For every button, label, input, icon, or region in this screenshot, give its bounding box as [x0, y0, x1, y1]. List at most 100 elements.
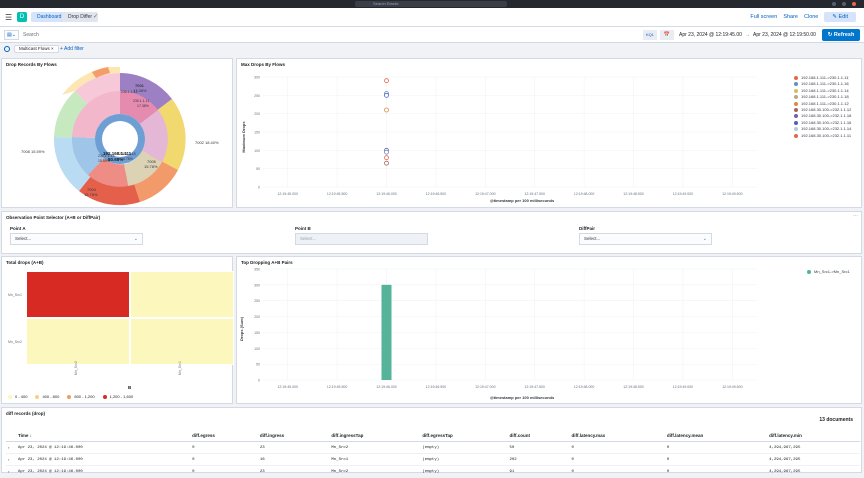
legend-options-icon[interactable]: ⋮	[846, 133, 850, 138]
date-end[interactable]: Apr 23, 2024 @ 12:19:50.00	[753, 30, 816, 40]
heat-legend-item[interactable]: 1,200 - 1,600	[102, 394, 133, 399]
label-7008: 7008	[21, 149, 31, 154]
legend-options-icon[interactable]: ⋮	[846, 94, 850, 99]
data-point[interactable]	[384, 107, 389, 113]
legend-options-icon[interactable]: ⋮	[846, 120, 850, 125]
notifications-icon[interactable]	[842, 2, 846, 6]
top-pairs-legend-item[interactable]: Mn_Src1->Mn_Src1	[807, 269, 850, 274]
edit-button[interactable]: ✎ Edit	[824, 12, 856, 22]
filter-pill[interactable]: Multicast Flows ×	[14, 45, 59, 53]
legend-options-icon[interactable]: ⋮	[846, 75, 850, 80]
date-start[interactable]: Apr 23, 2024 @ 12:19:45.00	[679, 30, 742, 40]
table-row[interactable]: › Apr 23, 2024 @ 12:19:46.000 0 23 Mn_Src2 (e…	[6, 465, 860, 478]
x-axis-title: @timestamp per 100 milliseconds	[490, 395, 555, 400]
refresh-button[interactable]: ↻ Refresh	[822, 29, 860, 41]
legend-item[interactable]: 192.168.1.111->230.1.1.12 ⋮	[794, 101, 850, 106]
heat-cell-r1c0[interactable]	[26, 318, 130, 365]
legend-item[interactable]: 192.168.30.100->232.1.1.11 ⋮	[794, 133, 851, 138]
share-link[interactable]: Share	[783, 14, 798, 20]
data-point[interactable]	[384, 160, 389, 166]
top-pairs-chart[interactable]: Drops (Sum) @timestamp per 100 milliseco…	[237, 265, 782, 405]
y-tick-label: 200	[254, 112, 260, 116]
column-header[interactable]: diff.count	[507, 430, 570, 442]
fullscreen-link[interactable]: Full screen	[750, 14, 777, 20]
expand-row-icon[interactable]: ›	[6, 453, 16, 466]
heat-cell-r1c1[interactable]	[130, 318, 234, 365]
heat-legend-item[interactable]: 800 - 1,200	[67, 394, 95, 399]
table-cell: Mn_Src2	[329, 465, 421, 478]
legend-item[interactable]: 192.168.1.111->230.1.1.14 ⋮	[794, 88, 850, 93]
table-cell: (empty)	[420, 465, 508, 478]
legend-swatch	[794, 120, 798, 125]
legend-item[interactable]: 192.168.30.100->232.1.1.12 ⋮	[794, 107, 851, 112]
diffpair-select[interactable]: Select... ⌄	[579, 233, 712, 245]
column-header[interactable]: diff.egressTap	[420, 430, 508, 442]
filter-options-icon[interactable]	[4, 46, 10, 52]
label-230-12: 230.1.1.12	[121, 90, 138, 94]
diffpair-label: DiffPair	[579, 226, 596, 231]
x-tick-label: 12:19:46.000	[376, 192, 396, 196]
legend-options-icon[interactable]: ⋮	[846, 126, 850, 131]
point-a-select[interactable]: Select... ⌄	[10, 233, 143, 245]
column-header[interactable]: diff.latency.max	[569, 430, 665, 442]
panel-options-icon[interactable]: ⋯	[853, 213, 858, 219]
point-b-select[interactable]: Select...	[295, 233, 428, 245]
legend-swatch	[67, 394, 72, 399]
legend-item[interactable]: 192.168.30.100->232.1.1.18 ⋮	[794, 113, 851, 118]
y-tick-label: 250	[254, 299, 260, 303]
saved-query-icon[interactable]: ▤⌄	[4, 30, 19, 40]
table-cell: (empty)	[420, 453, 508, 466]
legend-item[interactable]: 192.168.30.100->232.1.1.16 ⋮	[794, 120, 851, 125]
max-drops-chart[interactable]: Maximum Drops @timestamp per 100 millise…	[237, 67, 782, 207]
app-logo[interactable]: D	[17, 12, 27, 22]
column-header[interactable]: diff.egress	[190, 430, 258, 442]
global-search-input[interactable]: Search Elastic	[355, 1, 507, 7]
menu-icon[interactable]: ☰	[5, 13, 12, 22]
legend-item[interactable]: 192.168.1.111->230.1.1.18 ⋮	[794, 94, 850, 99]
help-icon[interactable]	[832, 2, 836, 6]
legend-options-icon[interactable]: ⋮	[846, 88, 850, 93]
expand-row-icon[interactable]: ›	[6, 441, 16, 454]
query-search-input[interactable]: Search	[20, 30, 640, 40]
table-row[interactable]: › Apr 23, 2024 @ 12:19:46.000 0 16 Mn_Src1 (e…	[6, 453, 860, 466]
bar[interactable]	[381, 284, 392, 380]
table-cell: 50	[507, 441, 570, 454]
column-header[interactable]: diff.latency.min	[767, 430, 860, 442]
column-header[interactable]: diff.latency.mean	[664, 430, 768, 442]
data-point[interactable]	[384, 155, 389, 161]
legend-item[interactable]: 192.168.30.100->232.1.1.14 ⋮	[794, 126, 851, 131]
calendar-icon[interactable]: 📅	[660, 30, 674, 40]
legend-swatch	[794, 82, 798, 87]
filter-pill-label: Multicast Flows	[19, 46, 50, 51]
add-filter-link[interactable]: + Add filter	[60, 45, 84, 53]
clone-link[interactable]: Clone	[804, 14, 818, 20]
column-header[interactable]: diff.ingress	[257, 430, 330, 442]
legend-options-icon[interactable]: ⋮	[846, 81, 850, 86]
legend-options-icon[interactable]: ⋮	[846, 101, 850, 106]
heat-legend-item[interactable]: 400 - 800	[35, 394, 59, 399]
heat-legend-item[interactable]: 0 - 400	[8, 394, 27, 399]
document-count: 13 documents	[819, 417, 853, 423]
legend-options-icon[interactable]: ⋮	[846, 113, 850, 118]
legend-item[interactable]: 192.168.1.111->230.1.1.16 ⋮	[794, 81, 850, 87]
sunburst-chart[interactable]: 7001 17.38% 7002 18.40% 7006 15.78% 7008…	[2, 67, 232, 207]
legend-item[interactable]: 192.168.1.111->230.1.1.11 ⋮	[794, 75, 850, 80]
data-point[interactable]	[384, 149, 389, 155]
data-point[interactable]	[384, 78, 389, 84]
table-cell: Apr 23, 2024 @ 12:19:46.000	[16, 441, 191, 454]
column-header[interactable]: diff.ingressTap	[329, 430, 421, 442]
legend-swatch	[35, 394, 40, 399]
table-cell: Apr 23, 2024 @ 12:19:46.000	[16, 453, 191, 466]
table-cell: 0	[190, 465, 258, 478]
user-avatar[interactable]	[852, 2, 856, 6]
heat-cell-r0c1[interactable]	[130, 271, 234, 318]
diff-records-panel: diff records (drop) 13 documents Time ↓ d…	[1, 407, 862, 478]
table-row[interactable]: › Apr 23, 2024 @ 12:19:46.000 0 23 Mn_Src2 (e…	[6, 441, 860, 454]
data-point[interactable]	[384, 92, 389, 98]
legend-options-icon[interactable]: ⋮	[846, 107, 850, 112]
x-tick-label: 12:19:49.500	[722, 192, 742, 196]
kql-toggle[interactable]: KQL	[643, 30, 657, 40]
expand-row-icon[interactable]: ›	[6, 465, 16, 478]
column-header[interactable]: Time ↓	[16, 430, 191, 442]
heat-cell-r0c0[interactable]	[26, 271, 130, 318]
